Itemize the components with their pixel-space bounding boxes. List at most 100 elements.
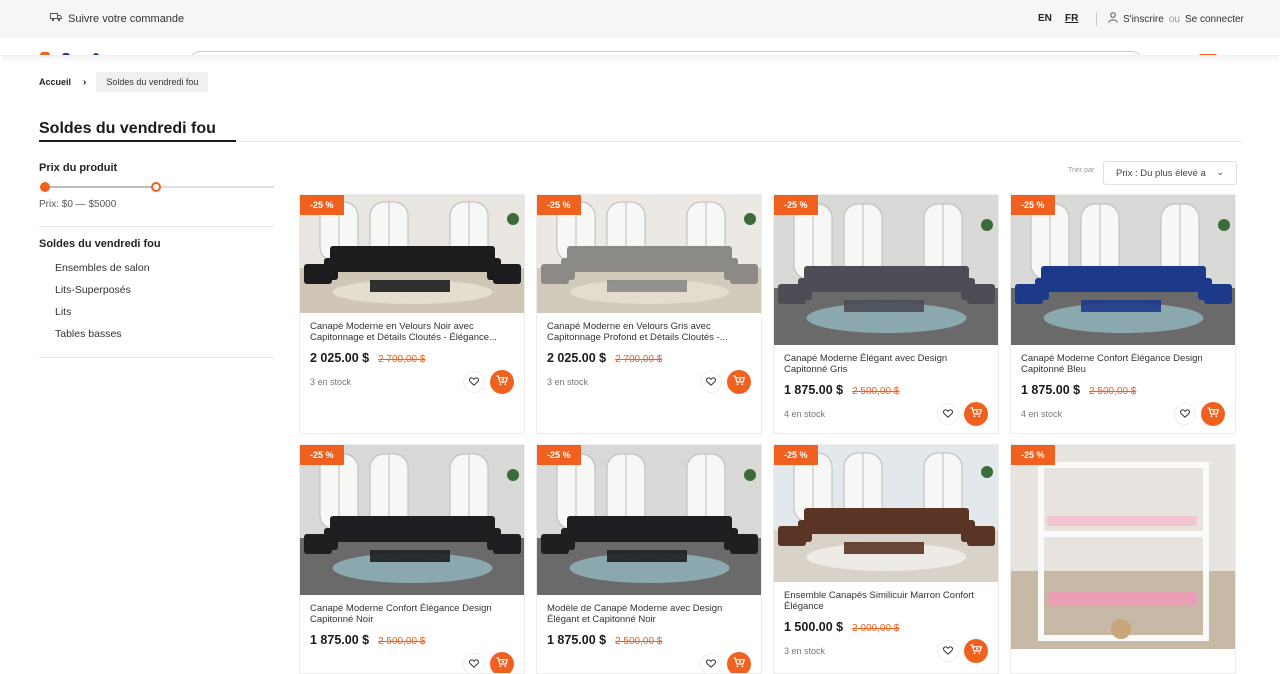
top-bar: Suivre votre commande EN FR S'inscrire o… (0, 0, 1280, 38)
stock-status: 3 en stock (784, 646, 826, 656)
discount-badge: -25 % (1011, 195, 1055, 215)
product-name[interactable]: Canapé Moderne Confort Élégance Design C… (310, 603, 515, 625)
wishlist-button[interactable] (700, 371, 722, 393)
lang-fr-link[interactable]: FR (1065, 13, 1078, 24)
product-image[interactable] (1011, 195, 1235, 345)
product-image[interactable] (300, 445, 524, 595)
product-price: 1 500.00 $ (784, 620, 844, 634)
discount-badge: -25 % (300, 445, 344, 465)
wishlist-button[interactable] (700, 653, 722, 673)
add-to-cart-button[interactable] (964, 402, 988, 426)
breadcrumb-home[interactable]: Accueil (39, 77, 71, 87)
product-card[interactable]: -25 % Canapé Moderne Confort Élégance Des… (299, 444, 525, 674)
add-to-cart-button[interactable] (727, 652, 751, 673)
heart-icon (943, 405, 953, 423)
heart-icon (469, 655, 479, 673)
or-text: ou (1168, 13, 1180, 25)
product-card[interactable]: -25 % Canapé Moderne en Velours Noir avec… (299, 194, 525, 434)
cart-plus-icon (970, 405, 983, 423)
product-card[interactable]: -25 % Canapé Moderne Élégant avec Design … (773, 194, 999, 434)
stock-status: 4 en stock (784, 409, 826, 419)
product-price: 1 875.00 $ (1021, 383, 1081, 397)
wishlist-button[interactable] (1174, 403, 1196, 425)
product-card[interactable]: -25 % Canapé Moderne Confort Élégance Des… (1010, 194, 1236, 434)
product-name[interactable]: Modèle de Canapé Moderne avec Design Élé… (547, 603, 752, 625)
logo-mark (93, 53, 99, 55)
stock-status: 3 en stock (310, 377, 352, 387)
product-image[interactable] (774, 445, 998, 582)
price-slider-range (44, 186, 156, 188)
product-card[interactable]: -25 % Ensemble Canapés Similicuir Marron … (773, 444, 999, 674)
logo[interactable] (40, 52, 50, 55)
wishlist-button[interactable] (463, 653, 485, 673)
heart-icon (1180, 405, 1190, 423)
category-item[interactable]: Lits (55, 306, 150, 328)
login-link[interactable]: Se connecter (1185, 14, 1244, 25)
lang-en-link[interactable]: EN (1038, 13, 1052, 24)
product-card[interactable]: -25 % Canapé Moderne en Velours Gris avec… (536, 194, 762, 434)
cart-icon[interactable] (1199, 54, 1217, 55)
category-item[interactable]: Ensembles de salon (55, 262, 150, 284)
product-price: 1 875.00 $ (310, 633, 370, 647)
product-image[interactable] (1011, 445, 1235, 649)
add-to-cart-button[interactable] (490, 652, 514, 673)
user-icon (1108, 12, 1118, 26)
add-to-cart-button[interactable] (727, 370, 751, 394)
cart-plus-icon (970, 642, 983, 660)
product-name[interactable]: Canapé Moderne Confort Élégance Design C… (1021, 353, 1226, 375)
wishlist-button[interactable] (463, 371, 485, 393)
search-input[interactable] (190, 51, 1142, 55)
product-card[interactable]: -25 % Modèle de Canapé Moderne avec Desig… (536, 444, 762, 674)
price-range-text: Prix: $0 — $5000 (39, 199, 117, 210)
price-row: 2 025.00 $ 2 700,00 $ (310, 351, 425, 365)
price-filter-title: Prix du produit (39, 162, 118, 174)
price-row: 1 875.00 $ 2 500,00 $ (547, 633, 662, 647)
main-header (0, 38, 1280, 56)
sort-select[interactable]: Prix : Du plus élevé a ⌄ (1103, 161, 1237, 185)
product-old-price: 2 500,00 $ (378, 636, 426, 647)
discount-badge: -25 % (774, 195, 818, 215)
add-to-cart-button[interactable] (490, 370, 514, 394)
discount-badge: -25 % (1011, 445, 1055, 465)
breadcrumb-current: Soldes du vendredi fou (96, 72, 209, 92)
discount-badge: -25 % (537, 445, 581, 465)
discount-badge: -25 % (774, 445, 818, 465)
price-row: 2 025.00 $ 2 700,00 $ (547, 351, 662, 365)
category-filter-title: Soldes du vendredi fou (39, 238, 161, 250)
page-title: Soldes du vendredi fou (39, 120, 216, 137)
track-order-link[interactable]: Suivre votre commande (50, 12, 184, 25)
product-old-price: 2 500,00 $ (1089, 386, 1137, 397)
discount-badge: -25 % (300, 195, 344, 215)
category-item[interactable]: Tables basses (55, 328, 150, 350)
add-to-cart-button[interactable] (1201, 402, 1225, 426)
heart-icon (469, 373, 479, 391)
breadcrumb: Accueil › Soldes du vendredi fou (39, 72, 209, 92)
cart-plus-icon (1207, 405, 1220, 423)
price-slider-max-handle[interactable] (151, 182, 161, 192)
divider (39, 226, 274, 227)
product-old-price: 2 500,00 $ (852, 386, 900, 397)
product-name[interactable]: Canapé Moderne en Velours Gris avec Capi… (547, 321, 752, 343)
chevron-right-icon: › (83, 76, 87, 88)
product-image[interactable] (774, 195, 998, 345)
product-price: 1 875.00 $ (784, 383, 844, 397)
heart-icon (706, 655, 716, 673)
price-row: 1 500.00 $ 2 000,00 $ (784, 620, 899, 634)
product-image[interactable] (537, 445, 761, 595)
category-item[interactable]: Lits-Superposés (55, 284, 150, 306)
product-name[interactable]: Ensemble Canapés Similicuir Marron Confo… (784, 590, 989, 612)
signup-link[interactable]: S'inscrire (1123, 14, 1164, 25)
product-name[interactable]: Canapé Moderne Élégant avec Design Capit… (784, 353, 989, 375)
wishlist-button[interactable] (937, 403, 959, 425)
product-price: 1 875.00 $ (547, 633, 607, 647)
cart-plus-icon (733, 373, 746, 391)
product-old-price: 2 700,00 $ (615, 354, 663, 365)
price-slider-min-handle[interactable] (40, 182, 50, 192)
product-card[interactable]: -25 % (1010, 444, 1236, 674)
heart-icon (706, 373, 716, 391)
add-to-cart-button[interactable] (964, 639, 988, 663)
product-old-price: 2 700,00 $ (378, 354, 426, 365)
stock-status: 3 en stock (547, 377, 589, 387)
wishlist-button[interactable] (937, 640, 959, 662)
product-name[interactable]: Canapé Moderne en Velours Noir avec Capi… (310, 321, 515, 343)
